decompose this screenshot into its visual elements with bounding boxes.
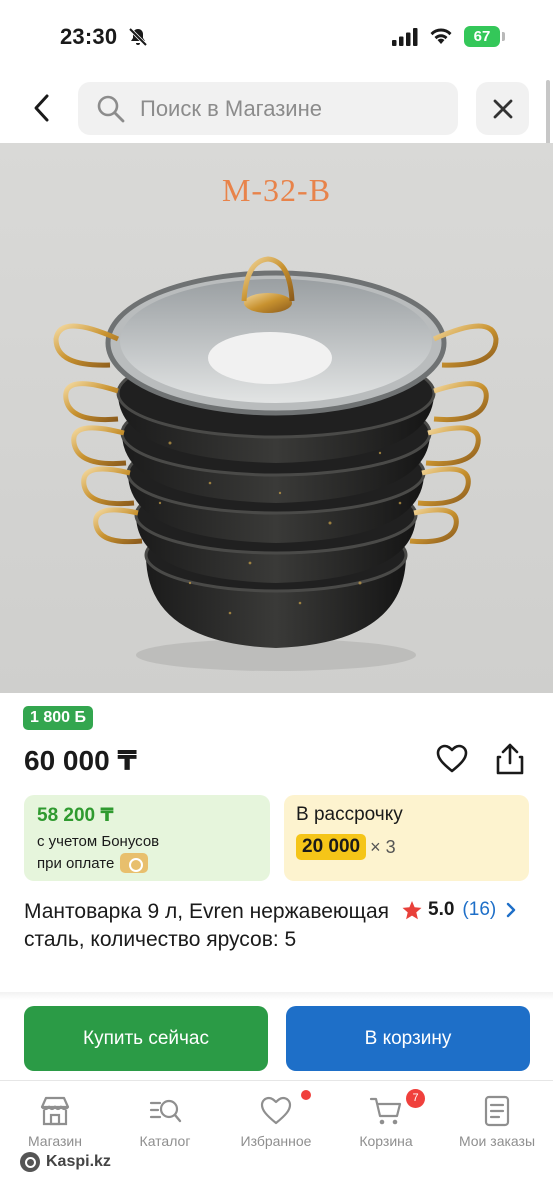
kaspi-logo: Kaspi.kz <box>20 1152 111 1172</box>
installment-label: В рассрочку <box>296 804 403 825</box>
installment-multiplier: × 3 <box>370 836 396 857</box>
bonus-payment-text: при оплате <box>37 854 115 872</box>
status-bar: 23:30 67 <box>0 0 553 74</box>
tab-orders[interactable]: Мои заказы <box>442 1095 552 1149</box>
bonus-price: 58 200 ₸ <box>37 805 114 826</box>
kaspi-pay-icon <box>120 853 149 873</box>
orders-icon <box>484 1095 510 1127</box>
kaspi-logo-icon <box>20 1152 40 1172</box>
chevron-left-icon <box>34 94 49 122</box>
installment-row: 20 000 × 3 <box>296 834 529 860</box>
add-to-cart-button[interactable]: В корзину <box>286 1006 530 1071</box>
rating-score: 5.0 <box>428 899 455 920</box>
cart-icon <box>369 1097 402 1125</box>
divider <box>0 992 553 1000</box>
tab-catalog[interactable]: Каталог <box>110 1095 220 1149</box>
bonus-price-card[interactable]: 58 200 ₸ с учетом Бонусов при оплате <box>24 795 270 881</box>
bonus-payment-note: при оплате <box>37 853 270 873</box>
search-input[interactable] <box>140 82 440 135</box>
product-title: Мантоварка 9 л, Evren нержавеющая сталь,… <box>24 900 389 951</box>
close-icon <box>493 99 512 118</box>
bell-muted-icon <box>128 27 148 52</box>
installment-amount: 20 000 <box>296 834 367 860</box>
share-icon <box>496 743 524 775</box>
installment-card[interactable]: В рассрочку 20 000 × 3 <box>284 795 529 881</box>
rating-link[interactable]: 5.0 (16) <box>402 898 516 922</box>
bonus-badge: 1 800 Б <box>23 706 93 730</box>
kaspi-logo-text: Kaspi.kz <box>46 1153 111 1170</box>
star-icon <box>402 900 422 919</box>
close-button[interactable] <box>476 82 529 135</box>
favorite-button[interactable] <box>436 744 468 779</box>
cellular-signal-icon <box>392 28 418 51</box>
bonus-note: с учетом Бонусов <box>37 833 160 850</box>
favorites-notification-dot <box>301 1090 311 1100</box>
battery-tip <box>502 32 505 41</box>
heart-icon <box>260 1096 292 1125</box>
share-button[interactable] <box>494 742 526 781</box>
back-button[interactable] <box>22 88 62 128</box>
tab-label: Мои заказы <box>458 1133 536 1149</box>
catalog-search-icon <box>149 1099 182 1123</box>
battery-icon: 67 <box>464 26 500 47</box>
wifi-icon <box>428 26 454 51</box>
heart-icon <box>436 744 468 773</box>
tab-store[interactable]: Магазин <box>0 1095 110 1149</box>
search-icon <box>96 94 126 129</box>
product-price: 60 000 ₸ <box>24 745 137 776</box>
product-image[interactable] <box>0 143 553 693</box>
buy-now-button[interactable]: Купить сейчас <box>24 1006 268 1071</box>
tab-label: Корзина <box>359 1133 413 1149</box>
tab-label: Избранное <box>240 1133 312 1149</box>
tab-favorites[interactable]: Избранное <box>221 1095 331 1149</box>
status-time: 23:30 <box>60 24 118 49</box>
store-icon <box>40 1096 70 1126</box>
image-caption: M-32-B <box>221 172 332 208</box>
tab-cart[interactable]: Корзина <box>331 1095 441 1149</box>
search-box[interactable] <box>78 82 458 135</box>
tab-label: Магазин <box>27 1133 82 1149</box>
steamer-pot-illustration <box>53 256 499 671</box>
tab-bar: Магазин Каталог Избранное Корзина Мои за… <box>0 1080 553 1200</box>
tab-label: Каталог <box>139 1133 191 1149</box>
cart-count-badge: 7 <box>406 1089 425 1108</box>
rating-count: (16) <box>462 899 497 920</box>
chevron-right-icon <box>507 902 516 918</box>
